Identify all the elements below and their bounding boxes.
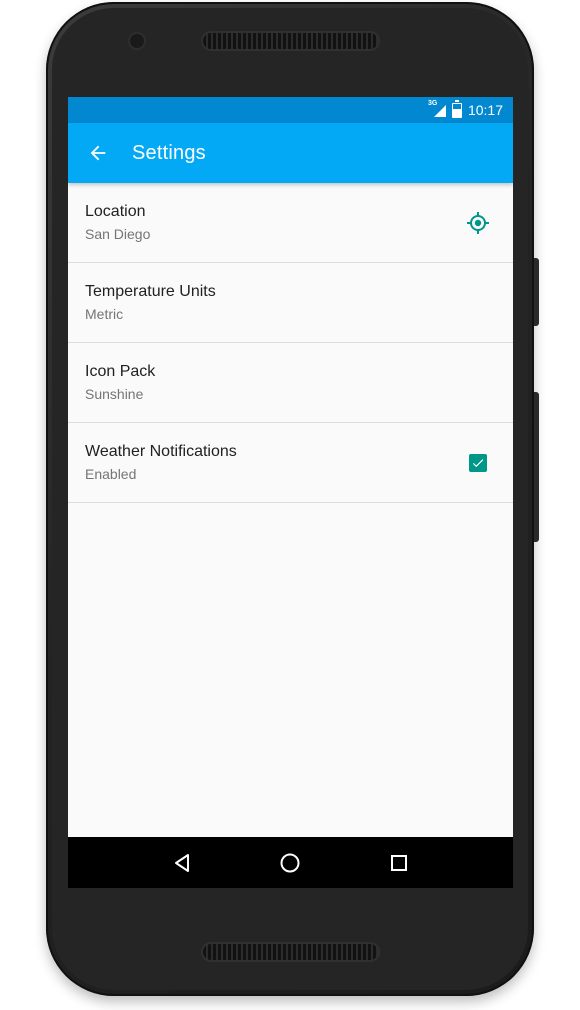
back-triangle-icon (175, 853, 190, 872)
pref-summary: Enabled (85, 465, 137, 482)
pref-title: Location (85, 202, 146, 220)
status-time: 10:17 (467, 102, 503, 118)
top-speaker-grille (203, 33, 378, 49)
notifications-checkbox[interactable] (469, 453, 487, 472)
pref-summary: San Diego (85, 225, 151, 242)
back-button[interactable] (68, 123, 128, 183)
pref-summary: Metric (85, 305, 124, 322)
volume-button (534, 392, 539, 542)
screen: 3G 10:17 Settings Location San Diego Tem… (68, 97, 513, 888)
power-button (534, 258, 539, 326)
pref-location[interactable]: Location San Diego (68, 183, 513, 263)
front-camera (130, 34, 144, 48)
home-circle-icon (280, 853, 300, 872)
battery-icon (451, 99, 462, 118)
pref-title: Icon Pack (85, 362, 156, 380)
check-icon (472, 458, 484, 467)
signal-icon: 3G (428, 100, 446, 118)
pref-summary: Sunshine (85, 385, 144, 402)
arrow-back-icon (90, 145, 106, 161)
bottom-speaker-grille (203, 944, 378, 960)
location-widget[interactable] (460, 211, 496, 235)
status-bar: 3G 10:17 (68, 97, 513, 123)
nav-recents-button[interactable] (379, 843, 419, 883)
pref-icon-pack[interactable]: Icon Pack Sunshine (68, 343, 513, 423)
recents-square-icon (390, 854, 407, 871)
navigation-bar (68, 837, 513, 888)
settings-list: Location San Diego Temperature Units Met… (68, 183, 513, 503)
nav-back-button[interactable] (162, 843, 202, 883)
pref-title: Weather Notifications (85, 442, 237, 460)
pref-title: Temperature Units (85, 282, 216, 300)
pref-weather-notifications[interactable]: Weather Notifications Enabled (68, 423, 513, 503)
nav-home-button[interactable] (270, 843, 310, 883)
page-title: Settings (132, 141, 206, 164)
app-bar: Settings (68, 123, 513, 183)
my-location-icon (467, 211, 489, 234)
pref-temperature-units[interactable]: Temperature Units Metric (68, 263, 513, 343)
